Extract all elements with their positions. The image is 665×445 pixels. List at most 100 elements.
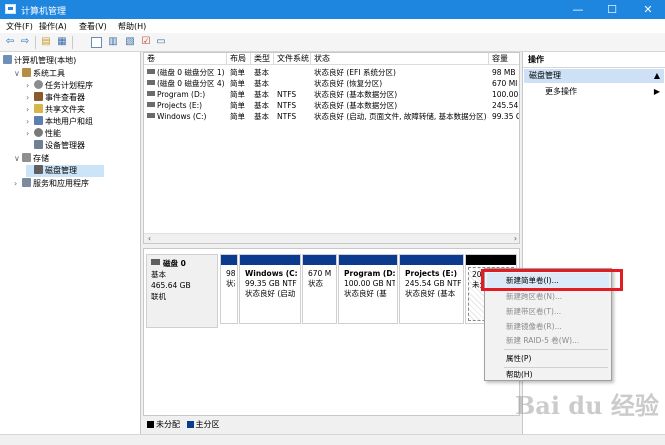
toolbar-separator (35, 36, 36, 49)
maximize-button[interactable]: ☐ (597, 0, 627, 19)
tree-item-shared-folders[interactable]: › 共享文件夹 (26, 104, 85, 116)
actions-section-label: 磁盘管理 (529, 71, 561, 80)
volume-icon (147, 102, 155, 107)
volume-capacity: 99.35 G (492, 112, 520, 121)
navigation-tree: 计算机管理(本地) ∨ 系统工具 › 任务计划程序 › 事件查看器 › 共享文件夹 › 本… (0, 52, 141, 434)
horizontal-scrollbar[interactable]: ‹ › (144, 233, 519, 243)
help-icon[interactable] (91, 37, 102, 48)
device-manager-icon (34, 140, 43, 149)
check-icon[interactable]: ☑ (140, 36, 152, 48)
list-icon[interactable]: ▭ (155, 36, 167, 48)
more-actions-item[interactable]: 更多操作 ▶ (524, 85, 664, 99)
expanded-chevron-icon[interactable]: ∨ (14, 153, 22, 165)
collapsed-chevron-icon[interactable]: › (26, 104, 34, 116)
back-arrow-icon[interactable]: ⇦ (4, 36, 16, 48)
tree-item-label: 事件查看器 (45, 93, 85, 102)
tree-item-device-manager[interactable]: 设备管理器 (34, 140, 85, 152)
toolbar-separator (72, 36, 73, 49)
disk-management-icon (34, 165, 43, 174)
show-hide-tree-icon[interactable]: ▦ (56, 36, 68, 48)
table-row[interactable]: Program (D:) 简单 基本 NTFS 状态良好 (基本数据分区) 10… (144, 89, 519, 100)
tree-item-label: 共享文件夹 (45, 105, 85, 114)
partition-windows-c[interactable]: Windows (C: 99.35 GB NTF 状态良好 (启动 (239, 254, 301, 324)
primary-swatch (186, 421, 194, 428)
column-header-type[interactable]: 类型 (251, 53, 274, 65)
menu-item-new-raid5-volume[interactable]: 新建 RAID-5 卷(W)... (487, 333, 609, 348)
partition-program-d[interactable]: Program (D: 100.00 GB NTF 状态良好 (基 (338, 254, 398, 324)
partition-status: 状态 (308, 279, 323, 288)
volume-capacity: 100.00 (492, 90, 519, 99)
title-bar: 计算机管理 — ☐ ✕ (0, 0, 665, 19)
collapsed-chevron-icon[interactable]: › (26, 128, 34, 140)
partition-recovery[interactable]: 670 M 状态 (302, 254, 337, 324)
volume-layout: 简单 (230, 79, 245, 88)
users-icon (34, 116, 43, 125)
properties-icon[interactable]: ▥ (107, 36, 119, 48)
menu-separator (504, 349, 608, 350)
tree-item-storage[interactable]: ∨ 存储 (14, 153, 49, 165)
collapsed-chevron-icon[interactable]: › (26, 80, 34, 92)
shared-folder-icon (34, 104, 43, 113)
menu-item-help[interactable]: 帮助(H) (487, 367, 609, 382)
collapsed-chevron-icon[interactable]: › (14, 178, 22, 190)
forward-arrow-icon[interactable]: ⇨ (19, 36, 31, 48)
tree-item-services[interactable]: › 服务和应用程序 (14, 178, 89, 190)
tree-item-local-users[interactable]: › 本地用户和组 (26, 116, 93, 128)
primary-partition-bar (303, 255, 336, 265)
tree-item-disk-management[interactable]: 磁盘管理 (26, 165, 104, 177)
expanded-chevron-icon[interactable]: ∨ (14, 68, 22, 80)
computer-icon (3, 55, 12, 64)
close-button[interactable]: ✕ (633, 0, 663, 19)
tree-item-event-viewer[interactable]: › 事件查看器 (26, 92, 85, 104)
volume-name: (磁盘 0 磁盘分区 4) (157, 79, 225, 88)
menu-help[interactable]: 帮助(H) (118, 21, 146, 32)
table-row[interactable]: Projects (E:) 简单 基本 NTFS 状态良好 (基本数据分区) 2… (144, 100, 519, 111)
column-header-capacity[interactable]: 容量 (489, 53, 519, 65)
column-header-volume[interactable]: 卷 (144, 53, 227, 65)
clock-icon (34, 80, 43, 89)
menu-action[interactable]: 操作(A) (39, 21, 67, 32)
menu-item-properties[interactable]: 属性(P) (487, 351, 609, 366)
scroll-right-icon[interactable]: › (510, 234, 519, 243)
primary-partition-bar (339, 255, 397, 265)
column-header-status[interactable]: 状态 (311, 53, 489, 65)
up-folder-icon[interactable]: ▤ (40, 36, 52, 48)
view-icon[interactable]: ▧ (124, 36, 136, 48)
volume-filesystem: NTFS (277, 101, 297, 110)
tree-root[interactable]: 计算机管理(本地) (3, 55, 76, 67)
volume-name: Windows (C:) (157, 112, 207, 121)
column-header-filesystem[interactable]: 文件系统 (274, 53, 311, 65)
volume-icon (147, 113, 155, 118)
volume-type: 基本 (254, 68, 269, 77)
volume-status: 状态良好 (恢复分区) (314, 79, 383, 88)
table-row[interactable]: Windows (C:) 简单 基本 NTFS 状态良好 (启动, 页面文件, … (144, 111, 520, 122)
volume-filesystem: NTFS (277, 112, 297, 121)
tree-item-system-tools[interactable]: ∨ 系统工具 (14, 68, 65, 80)
menu-item-new-spanned-volume[interactable]: 新建跨区卷(N)... (487, 289, 609, 304)
column-header-layout[interactable]: 布局 (227, 53, 251, 65)
menu-file[interactable]: 文件(F) (6, 21, 33, 32)
menu-bar: 文件(F) 操作(A) 查看(V) 帮助(H) (0, 19, 665, 33)
partition-legend: 未分配 主分区 (143, 418, 520, 432)
tree-item-task-scheduler[interactable]: › 任务计划程序 (26, 80, 93, 92)
collapse-triangle-icon[interactable]: ▲ (654, 69, 660, 83)
tree-item-performance[interactable]: › 性能 (26, 128, 61, 140)
volume-status: 状态良好 (基本数据分区) (314, 90, 398, 99)
disk-0-info[interactable]: 磁盘 0 基本 465.64 GB 联机 (146, 254, 218, 328)
scroll-left-icon[interactable]: ‹ (144, 234, 155, 243)
partition-efi[interactable]: 98 M 状态 (220, 254, 238, 324)
table-row[interactable]: (磁盘 0 磁盘分区 1) 简单 基本 状态良好 (EFI 系统分区) 98 M… (144, 67, 519, 78)
partition-projects-e[interactable]: Projects (E:) 245.54 GB NTF 状态良好 (基本 (399, 254, 464, 324)
actions-section-disk-management[interactable]: 磁盘管理 ▲ (524, 69, 664, 83)
partition-label: Program (D: (344, 269, 395, 278)
tree-item-label: 设备管理器 (45, 141, 85, 150)
tree-item-label: 存储 (33, 154, 49, 163)
menu-item-new-striped-volume[interactable]: 新建带区卷(T)... (487, 304, 609, 319)
menu-view[interactable]: 查看(V) (79, 21, 107, 32)
collapsed-chevron-icon[interactable]: › (26, 116, 34, 128)
minimize-button[interactable]: — (563, 0, 593, 19)
table-row[interactable]: (磁盘 0 磁盘分区 4) 简单 基本 状态良好 (恢复分区) 670 MI (144, 78, 519, 89)
collapsed-chevron-icon[interactable]: › (26, 92, 34, 104)
computer-management-window: 计算机管理 — ☐ ✕ 文件(F) 操作(A) 查看(V) 帮助(H) ⇦ ⇨ … (0, 0, 665, 445)
menu-item-new-mirrored-volume[interactable]: 新建镜像卷(R)... (487, 319, 609, 334)
